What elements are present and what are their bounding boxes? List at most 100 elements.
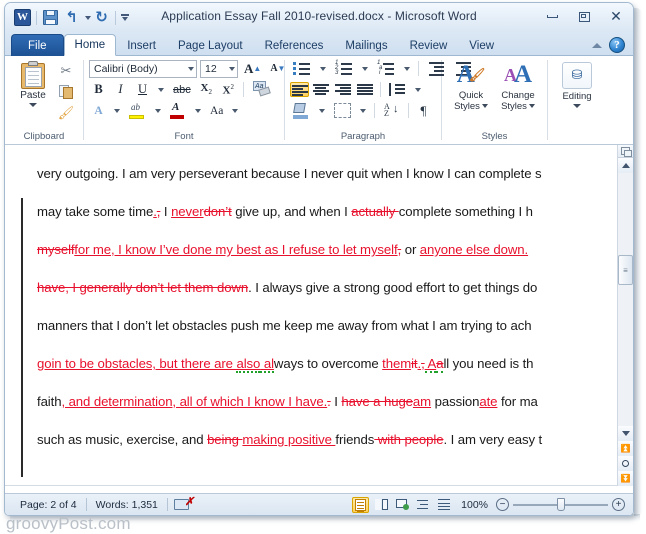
view-web-layout-button[interactable] (394, 497, 411, 513)
subscript-button[interactable]: X2 (197, 80, 216, 99)
tab-file[interactable]: File (11, 34, 64, 56)
align-center-button[interactable] (312, 82, 331, 97)
italic-button[interactable]: I (111, 80, 130, 99)
text-effects-dropdown[interactable] (111, 101, 123, 120)
chevron-down-icon[interactable] (29, 103, 37, 107)
copy-button[interactable] (56, 83, 76, 101)
change-case-dropdown[interactable] (229, 101, 241, 120)
split-window-handle[interactable] (618, 145, 633, 158)
underline-dropdown[interactable] (155, 80, 167, 99)
clear-formatting-button[interactable]: Aa (249, 80, 275, 99)
format-painter-button[interactable]: 🖌 (56, 104, 76, 122)
tab-review[interactable]: Review (399, 34, 459, 56)
paste-button[interactable]: Paste (10, 59, 56, 107)
chevron-up-icon[interactable] (592, 42, 602, 48)
help-icon[interactable]: ? (609, 37, 625, 53)
tab-mailings[interactable]: Mailings (334, 34, 398, 56)
document-line[interactable]: faith, and determination, all of which I… (37, 383, 617, 421)
show-formatting-marks-button[interactable]: ¶ (414, 101, 433, 120)
bold-button[interactable]: B (89, 80, 108, 99)
change-case-button[interactable]: Aa (207, 101, 226, 120)
chevron-down-icon[interactable] (481, 104, 488, 109)
borders-dropdown[interactable] (357, 101, 369, 120)
chevron-down-icon[interactable] (573, 104, 581, 108)
next-page-button[interactable]: ⏬ (618, 471, 633, 486)
tab-references[interactable]: References (254, 34, 335, 56)
zoom-slider-thumb[interactable] (557, 498, 565, 511)
sort-button[interactable]: A Z ↓ (380, 101, 403, 120)
bullets-button[interactable] (290, 59, 314, 78)
grip-icon: ≡ (623, 265, 628, 275)
proofing-status-icon[interactable]: ✗ (173, 496, 194, 513)
view-draft-button[interactable] (436, 497, 453, 513)
document-text[interactable]: very outgoing. I am very perseverant bec… (37, 155, 617, 459)
font-color-button[interactable]: A (167, 101, 189, 120)
view-print-layout-button[interactable] (352, 496, 370, 513)
underline-button[interactable]: U (133, 80, 152, 99)
chevron-down-icon[interactable] (528, 104, 535, 109)
line-spacing-dropdown[interactable] (412, 80, 424, 99)
strikethrough-button[interactable]: abc (170, 80, 194, 99)
highlight-dropdown[interactable] (152, 101, 164, 120)
restore-button[interactable] (573, 8, 595, 25)
select-browse-object-button[interactable] (618, 456, 633, 471)
chevron-down-icon[interactable] (188, 66, 194, 71)
view-outline-button[interactable] (415, 497, 432, 513)
scroll-up-button[interactable] (618, 158, 633, 173)
shading-dropdown[interactable] (316, 101, 328, 120)
document-line[interactable]: may take some time., I neverdon’t give u… (37, 193, 617, 231)
text-highlight-button[interactable]: ab (126, 101, 149, 120)
vertical-scroll-thumb[interactable]: ≡ (618, 255, 633, 285)
justify-button[interactable] (356, 82, 375, 97)
zoom-in-button[interactable]: + (612, 498, 625, 511)
vertical-scroll-track[interactable]: ≡ (618, 173, 633, 426)
multilevel-dropdown[interactable] (401, 59, 413, 78)
tab-view[interactable]: View (458, 34, 505, 56)
borders-button[interactable] (331, 101, 354, 120)
document-page[interactable]: very outgoing. I am very perseverant bec… (5, 145, 617, 486)
change-styles-button[interactable]: AA Change Styles (495, 59, 542, 112)
bullets-dropdown[interactable] (317, 59, 329, 78)
word-count[interactable]: Words: 1,351 (87, 499, 167, 511)
tab-page-layout[interactable]: Page Layout (167, 34, 254, 56)
text-effects-button[interactable]: A (89, 101, 108, 120)
document-line[interactable]: very outgoing. I am very perseverant bec… (37, 155, 617, 193)
align-left-button[interactable] (290, 82, 309, 97)
view-full-screen-reading-button[interactable] (373, 497, 390, 513)
line-spacing-button[interactable] (386, 80, 409, 99)
document-line[interactable]: such as music, exercise, and being makin… (37, 421, 617, 459)
word-window: W ↰ ↻ Application Essay Fall 2010-revise… (4, 2, 634, 516)
inserted-text: for me, I know I’ve done my best as I re… (74, 242, 398, 257)
body-text: or (401, 242, 420, 257)
editing-button[interactable]: ⛁ Editing (554, 59, 600, 108)
minimize-button[interactable] (541, 8, 563, 25)
numbering-button[interactable]: 1 2 3 (332, 59, 356, 78)
document-line[interactable]: goin to be obstacles, but there are also… (37, 345, 617, 383)
shading-button[interactable] (290, 101, 313, 120)
numbering-dropdown[interactable] (359, 59, 371, 78)
document-line[interactable]: manners that I don’t let obstacles push … (37, 307, 617, 345)
superscript-button[interactable]: X2 (219, 80, 238, 99)
document-line[interactable]: myselffor me, I know I’ve done my best a… (37, 231, 617, 269)
font-name-input[interactable]: Calibri (Body) (89, 59, 197, 78)
close-button[interactable]: ✕ (605, 8, 627, 25)
font-color-dropdown[interactable] (192, 101, 204, 120)
inserted-text: them (382, 356, 412, 371)
document-line[interactable]: have, I generally don’t let them down. I… (37, 269, 617, 307)
tab-insert[interactable]: Insert (116, 34, 167, 56)
chevron-down-icon[interactable] (229, 66, 235, 71)
zoom-out-button[interactable]: − (496, 498, 509, 511)
grow-font-button[interactable]: A ▲ (241, 59, 264, 78)
align-right-button[interactable] (334, 82, 353, 97)
scroll-down-button[interactable] (618, 426, 633, 441)
previous-page-button[interactable]: ⏫ (618, 441, 633, 456)
cut-button[interactable]: ✂ (56, 62, 76, 80)
multilevel-list-button[interactable]: 1 a i (374, 59, 398, 78)
page-indicator[interactable]: Page: 2 of 4 (11, 499, 86, 511)
zoom-slider[interactable] (513, 498, 608, 511)
quick-styles-button[interactable]: A 🖌 Quick Styles (448, 59, 495, 112)
tab-home[interactable]: Home (63, 34, 117, 56)
zoom-level[interactable]: 100% (457, 499, 492, 511)
font-size-input[interactable]: 12 (200, 59, 238, 78)
vertical-scrollbar[interactable]: ≡ ⏫ ⏬ (617, 145, 633, 486)
